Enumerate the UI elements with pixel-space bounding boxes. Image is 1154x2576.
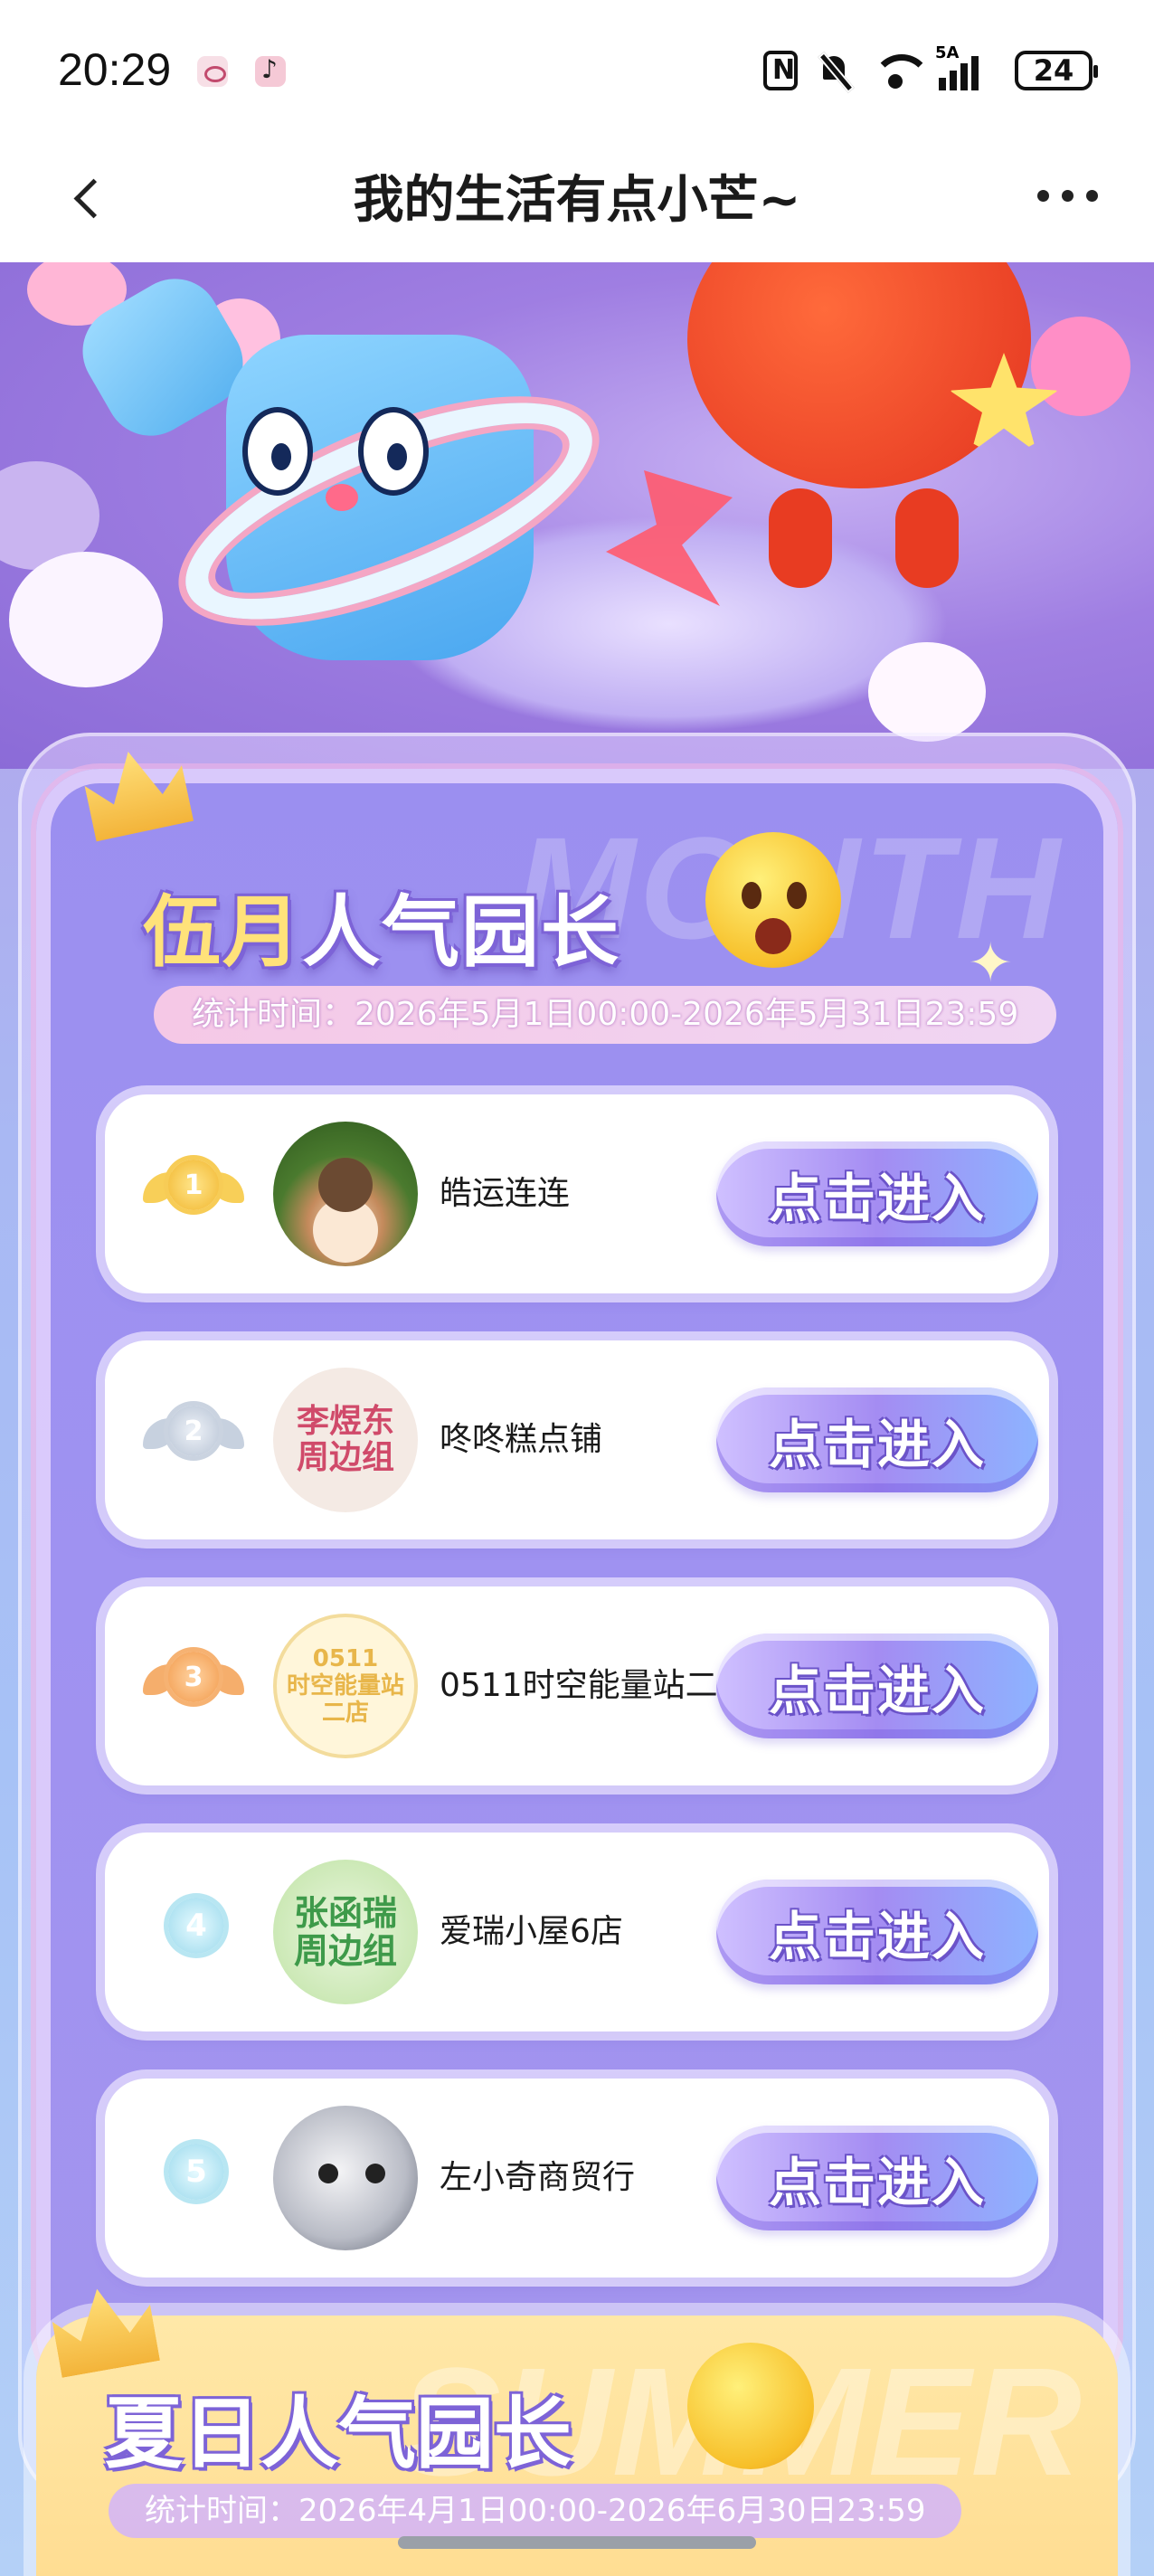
battery-level: 24 <box>1033 53 1074 88</box>
surprised-emoji-icon <box>705 832 841 968</box>
enter-button[interactable]: 点击进入 <box>716 1141 1038 1246</box>
summer-section-title: 夏日人气园长 <box>105 2389 572 2479</box>
enter-button[interactable]: 点击进入 <box>716 2126 1038 2230</box>
blue-mascot <box>66 262 620 678</box>
signal-icon: 5A <box>935 43 995 90</box>
home-indicator[interactable] <box>398 2536 756 2549</box>
crown-icon <box>80 742 194 842</box>
shop-name: 咚咚糕点铺 <box>440 1421 603 1458</box>
red-mascot <box>687 262 1031 588</box>
stat-time: 统计时间：2026年5月1日00:00-2026年5月31日23:59 <box>154 986 1057 1044</box>
ranking-row: 5 左小奇商贸行 点击进入 <box>105 2079 1049 2278</box>
more-dots-icon[interactable] <box>1031 177 1103 213</box>
status-icons: 5A 24 <box>763 43 1098 90</box>
flower-decoration <box>1031 317 1130 416</box>
avatar: 张函瑞 周边组 <box>273 1860 418 2004</box>
enter-button[interactable]: 点击进入 <box>716 1880 1038 1984</box>
page-title: 我的生活有点小芒~ <box>353 171 801 230</box>
rank-number: 4 <box>168 1898 224 1954</box>
flower-decoration <box>9 552 163 687</box>
rank-badge-icon: 4 <box>143 1887 244 1977</box>
ranking-row: 1 皓运连连 点击进入 <box>105 1094 1049 1293</box>
network-type: 5A <box>935 43 960 62</box>
battery-icon: 24 <box>1015 51 1098 90</box>
avatar-text: 张函瑞 周边组 <box>293 1893 397 1971</box>
shop-name: 爱瑞小屋6店 <box>440 1913 623 1950</box>
title-bar: 我的生活有点小芒~ <box>0 145 1154 262</box>
rank-number: 2 <box>168 1406 219 1456</box>
status-bar: 20:29 5A 24 <box>0 0 1154 145</box>
ranking-row: 3 0511 时空能量站 二店 0511时空能量站二店 点击进入 <box>105 1586 1049 1785</box>
nfc-icon <box>763 51 798 90</box>
monthly-ranking-board: MONTH 伍月人气园长 ✦ 统计时间：2026年5月1日00:00-2026年… <box>36 769 1118 2397</box>
rank-number: 3 <box>168 1652 219 1702</box>
summer-stat-time: 统计时间：2026年4月1日00:00-2026年6月30日23:59 <box>109 2484 962 2538</box>
rank-number: 5 <box>168 2144 224 2200</box>
hero-banner <box>0 262 1154 769</box>
ranking-row: 4 张函瑞 周边组 爱瑞小屋6店 点击进入 <box>105 1833 1049 2031</box>
shop-name: 0511时空能量站二店 <box>440 1667 751 1704</box>
silver-medal-icon: 2 <box>143 1395 244 1485</box>
avatar <box>273 1122 418 1266</box>
avatar: 李煜东 周边组 <box>273 1368 418 1512</box>
tiktok-app-icon <box>255 54 286 87</box>
shop-name: 皓运连连 <box>440 1175 571 1212</box>
rank-number: 1 <box>168 1160 219 1210</box>
avatar-text: 0511 时空能量站 二店 <box>286 1645 404 1727</box>
ranking-row: 2 李煜东 周边组 咚咚糕点铺 点击进入 <box>105 1340 1049 1539</box>
shop-name: 左小奇商贸行 <box>440 2159 636 2196</box>
mute-icon <box>818 51 852 90</box>
laughing-emoji-icon <box>687 2343 814 2469</box>
bronze-medal-icon: 3 <box>143 1641 244 1731</box>
rank-badge-icon: 5 <box>143 2133 244 2223</box>
status-time: 20:29 <box>58 44 172 95</box>
enter-button[interactable]: 点击进入 <box>716 1387 1038 1492</box>
gold-medal-icon: 1 <box>143 1149 244 1239</box>
section-title: 伍月人气园长 <box>143 868 620 981</box>
section-title-rest: 人气园长 <box>302 887 620 978</box>
avatar-text: 李煜东 周边组 <box>296 1403 394 1476</box>
eye-app-icon <box>197 56 228 87</box>
section-title-highlight: 伍月 <box>143 887 302 978</box>
avatar: 0511 时空能量站 二店 <box>273 1614 418 1758</box>
enter-button[interactable]: 点击进入 <box>716 1634 1038 1738</box>
avatar <box>273 2106 418 2250</box>
flower-decoration <box>868 642 986 742</box>
monthly-ranking-panel: MONTH 伍月人气园长 ✦ 统计时间：2026年5月1日00:00-2026年… <box>18 733 1136 2505</box>
wifi-icon <box>872 51 932 90</box>
page-content: MONTH 伍月人气园长 ✦ 统计时间：2026年5月1日00:00-2026年… <box>0 262 1154 2576</box>
